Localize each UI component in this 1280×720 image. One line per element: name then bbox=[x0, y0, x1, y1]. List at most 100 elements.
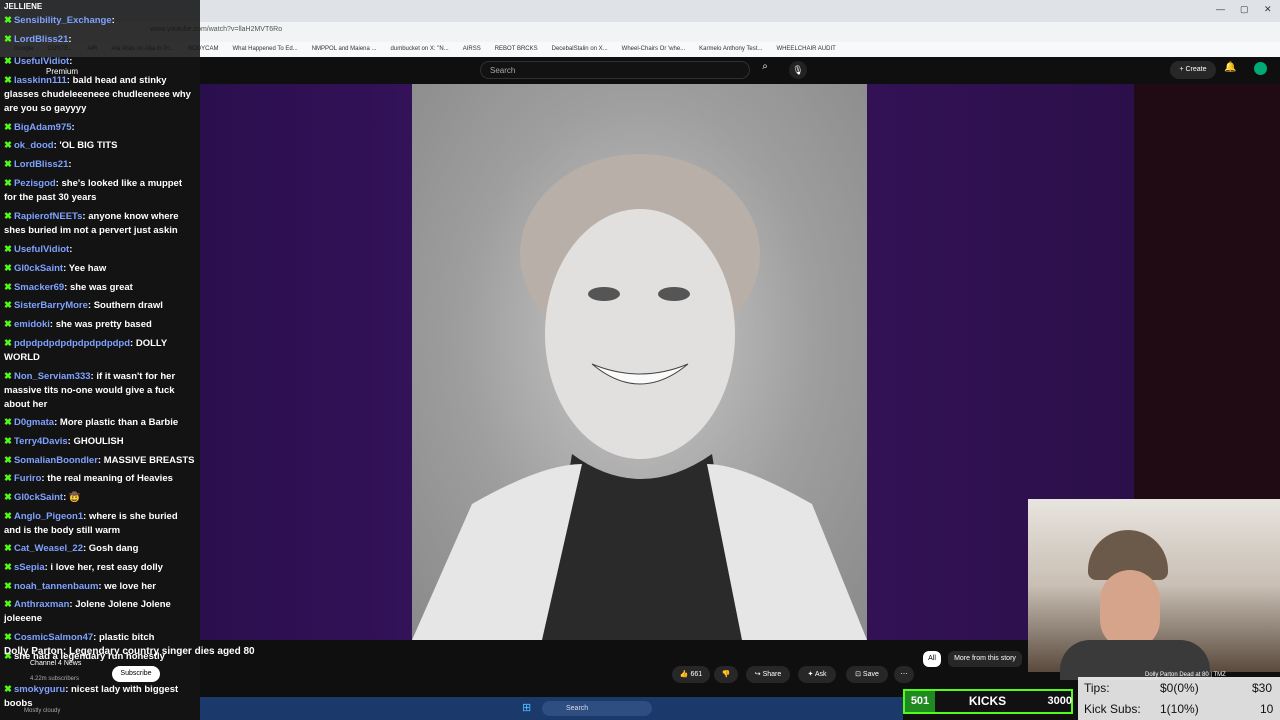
bookmark-item[interactable]: DecebalStalin on X... bbox=[552, 46, 608, 52]
chat-text: 🤠 bbox=[68, 492, 81, 503]
chat-text: the real meaning of Heavies bbox=[47, 473, 173, 484]
bookmark-item[interactable]: NMPPOL and Maiena ... bbox=[312, 46, 377, 52]
chat-message: ✖ lasskinn111: bald head and stinky glass… bbox=[4, 74, 196, 116]
chat-username[interactable]: D0gmata bbox=[14, 417, 54, 428]
minimize-icon[interactable]: — bbox=[1216, 4, 1225, 14]
windows-start-icon[interactable]: ⊞ bbox=[522, 701, 531, 714]
kick-badge-icon: ✖ bbox=[4, 211, 12, 222]
search-input[interactable]: Search bbox=[480, 61, 750, 79]
chat-text: plastic bitch bbox=[98, 632, 155, 643]
taskbar-search[interactable]: Search bbox=[542, 701, 652, 716]
save-label: Save bbox=[862, 671, 879, 678]
kick-goal: 3000 bbox=[1047, 695, 1072, 707]
share-button[interactable]: ↪ Share bbox=[746, 666, 790, 683]
bookmark-item[interactable]: Wheel-Chairs Or 'whe... bbox=[622, 46, 686, 52]
subs-goal: 10 bbox=[1260, 702, 1274, 716]
kick-badge-icon: ✖ bbox=[4, 263, 12, 274]
chat-username[interactable]: Anglo_Pigeon1 bbox=[14, 511, 83, 522]
webcam-face bbox=[1100, 570, 1160, 650]
chat-username[interactable]: Gl0ckSaint bbox=[14, 263, 63, 274]
chat-username[interactable]: Furiro bbox=[14, 473, 41, 484]
chat-username[interactable]: Non_Serviam333 bbox=[14, 371, 91, 382]
chat-header: JELLIENE bbox=[4, 2, 43, 11]
kick-badge-icon: ✖ bbox=[4, 436, 12, 447]
chip-all[interactable]: All bbox=[923, 651, 941, 667]
kick-badge-icon: ✖ bbox=[4, 244, 12, 255]
chat-username[interactable]: Anthraxman bbox=[14, 599, 69, 610]
kick-badge-icon: ✖ bbox=[4, 75, 12, 86]
chat-username[interactable]: LordBliss21 bbox=[14, 34, 68, 45]
chat-text: we love her bbox=[104, 581, 156, 592]
chat-message: ✖ Gl0ckSaint: Yee haw bbox=[4, 262, 196, 276]
close-icon[interactable]: ✕ bbox=[1264, 4, 1272, 15]
kick-label: KICKS bbox=[968, 694, 1007, 708]
chat-text: she was great bbox=[69, 282, 133, 293]
kick-badge-icon: ✖ bbox=[4, 56, 12, 67]
subscribe-button[interactable]: Subscribe bbox=[112, 666, 160, 682]
chat-message: ✖ Cat_Weasel_22: Gosh dang bbox=[4, 542, 196, 556]
chat-username[interactable]: smokyguru bbox=[14, 684, 65, 695]
dislike-button[interactable]: 👎 bbox=[714, 666, 738, 683]
notifications-bell-icon[interactable]: 🔔 bbox=[1224, 62, 1236, 73]
create-button[interactable]: + Create bbox=[1170, 61, 1216, 79]
chat-username[interactable]: emidoki bbox=[14, 319, 50, 330]
tips-value: $0(0%) bbox=[1160, 681, 1199, 695]
chat-username[interactable]: UsefulVidiot bbox=[14, 56, 69, 67]
avatar[interactable] bbox=[1254, 62, 1267, 75]
chat-username[interactable]: Gl0ckSaint bbox=[14, 492, 63, 503]
bookmark-item[interactable]: What Happened To Ed... bbox=[232, 46, 297, 52]
chat-message: ✖ LordBliss21: bbox=[4, 158, 196, 172]
chat-username[interactable]: SomalianBoondler bbox=[14, 455, 98, 466]
subs-label: Kick Subs: bbox=[1084, 702, 1141, 716]
bookmark-item[interactable]: WHEELCHAIR AUDIT bbox=[776, 46, 835, 52]
chat-message: ✖ pdpdpdpdpdpdpdpdpdpd: DOLLY WORLD bbox=[4, 337, 196, 365]
bookmark-item[interactable]: dumbucket on X: "N... bbox=[391, 46, 449, 52]
chat-message: ✖ emidoki: she was pretty based bbox=[4, 318, 196, 332]
bookmark-item[interactable]: AIRSS bbox=[463, 46, 481, 52]
chat-message: ✖ sSepia: i love her, rest easy dolly bbox=[4, 561, 196, 575]
chat-username[interactable]: CosmicSalmon47 bbox=[14, 632, 93, 643]
kick-badge-icon: ✖ bbox=[4, 319, 12, 330]
chat-username[interactable]: Smacker69 bbox=[14, 282, 64, 293]
kick-badge-icon: ✖ bbox=[4, 338, 12, 349]
chat-username[interactable]: BigAdam975 bbox=[14, 122, 72, 133]
chat-message: ✖ smokyguru: nicest lady with biggest boo… bbox=[4, 683, 196, 711]
chat-text: MASSIVE BREASTS bbox=[103, 455, 195, 466]
save-button[interactable]: ⊡ Save bbox=[846, 666, 888, 683]
chat-username[interactable]: sSepia bbox=[14, 562, 45, 573]
chat-username[interactable]: Terry4Davis bbox=[14, 436, 68, 447]
kick-badge-icon: ✖ bbox=[4, 473, 12, 484]
ask-label: Ask bbox=[814, 671, 827, 678]
weather-widget[interactable]: Mostly cloudy bbox=[24, 708, 60, 714]
chat-username[interactable]: UsefulVidiot bbox=[14, 244, 69, 255]
chat-username[interactable]: Cat_Weasel_22 bbox=[14, 543, 83, 554]
chat-message: ✖ UsefulVidiot: bbox=[4, 243, 196, 257]
chat-username[interactable]: lasskinn111 bbox=[14, 75, 67, 86]
chat-message: ✖ noah_tannenbaum: we love her bbox=[4, 580, 196, 594]
chat-username[interactable]: LordBliss21 bbox=[14, 159, 68, 170]
like-button[interactable]: 👍 661 bbox=[672, 666, 710, 683]
chat-username[interactable]: ok_dood bbox=[14, 140, 54, 151]
chat-username[interactable]: noah_tannenbaum bbox=[14, 581, 98, 592]
chat-separator: : bbox=[68, 34, 72, 45]
chat-text: Southern drawl bbox=[93, 300, 163, 311]
bookmark-item[interactable]: Karmelo Anthony Test... bbox=[699, 46, 762, 52]
search-icon[interactable]: ⌕ bbox=[752, 61, 778, 79]
chip-more-from-story[interactable]: More from this story bbox=[948, 651, 1022, 667]
channel-name[interactable]: Channel 4 News bbox=[30, 660, 81, 667]
chat-username[interactable]: SisterBarryMore bbox=[14, 300, 88, 311]
bookmark-item[interactable]: REBOT BRCKS bbox=[495, 46, 538, 52]
chat-username[interactable]: RapierofNEETs bbox=[14, 211, 82, 222]
kick-badge-icon: ✖ bbox=[4, 140, 12, 151]
ask-button[interactable]: ✦ Ask bbox=[798, 666, 836, 683]
kick-badge-icon: ✖ bbox=[4, 159, 12, 170]
chat-username[interactable]: Pezisgod bbox=[14, 178, 56, 189]
kick-badge-icon: ✖ bbox=[4, 34, 12, 45]
chat-message: ✖ D0gmata: More plastic than a Barbie bbox=[4, 416, 196, 430]
chat-username[interactable]: Sensibility_Exchange bbox=[14, 15, 112, 26]
like-count: 661 bbox=[690, 671, 703, 678]
microphone-icon[interactable]: 🎙 bbox=[789, 61, 807, 79]
more-actions-icon[interactable]: ⋯ bbox=[894, 666, 914, 683]
chat-username[interactable]: pdpdpdpdpdpdpdpdpdpd bbox=[14, 338, 130, 349]
maximize-icon[interactable]: ▢ bbox=[1240, 4, 1249, 15]
